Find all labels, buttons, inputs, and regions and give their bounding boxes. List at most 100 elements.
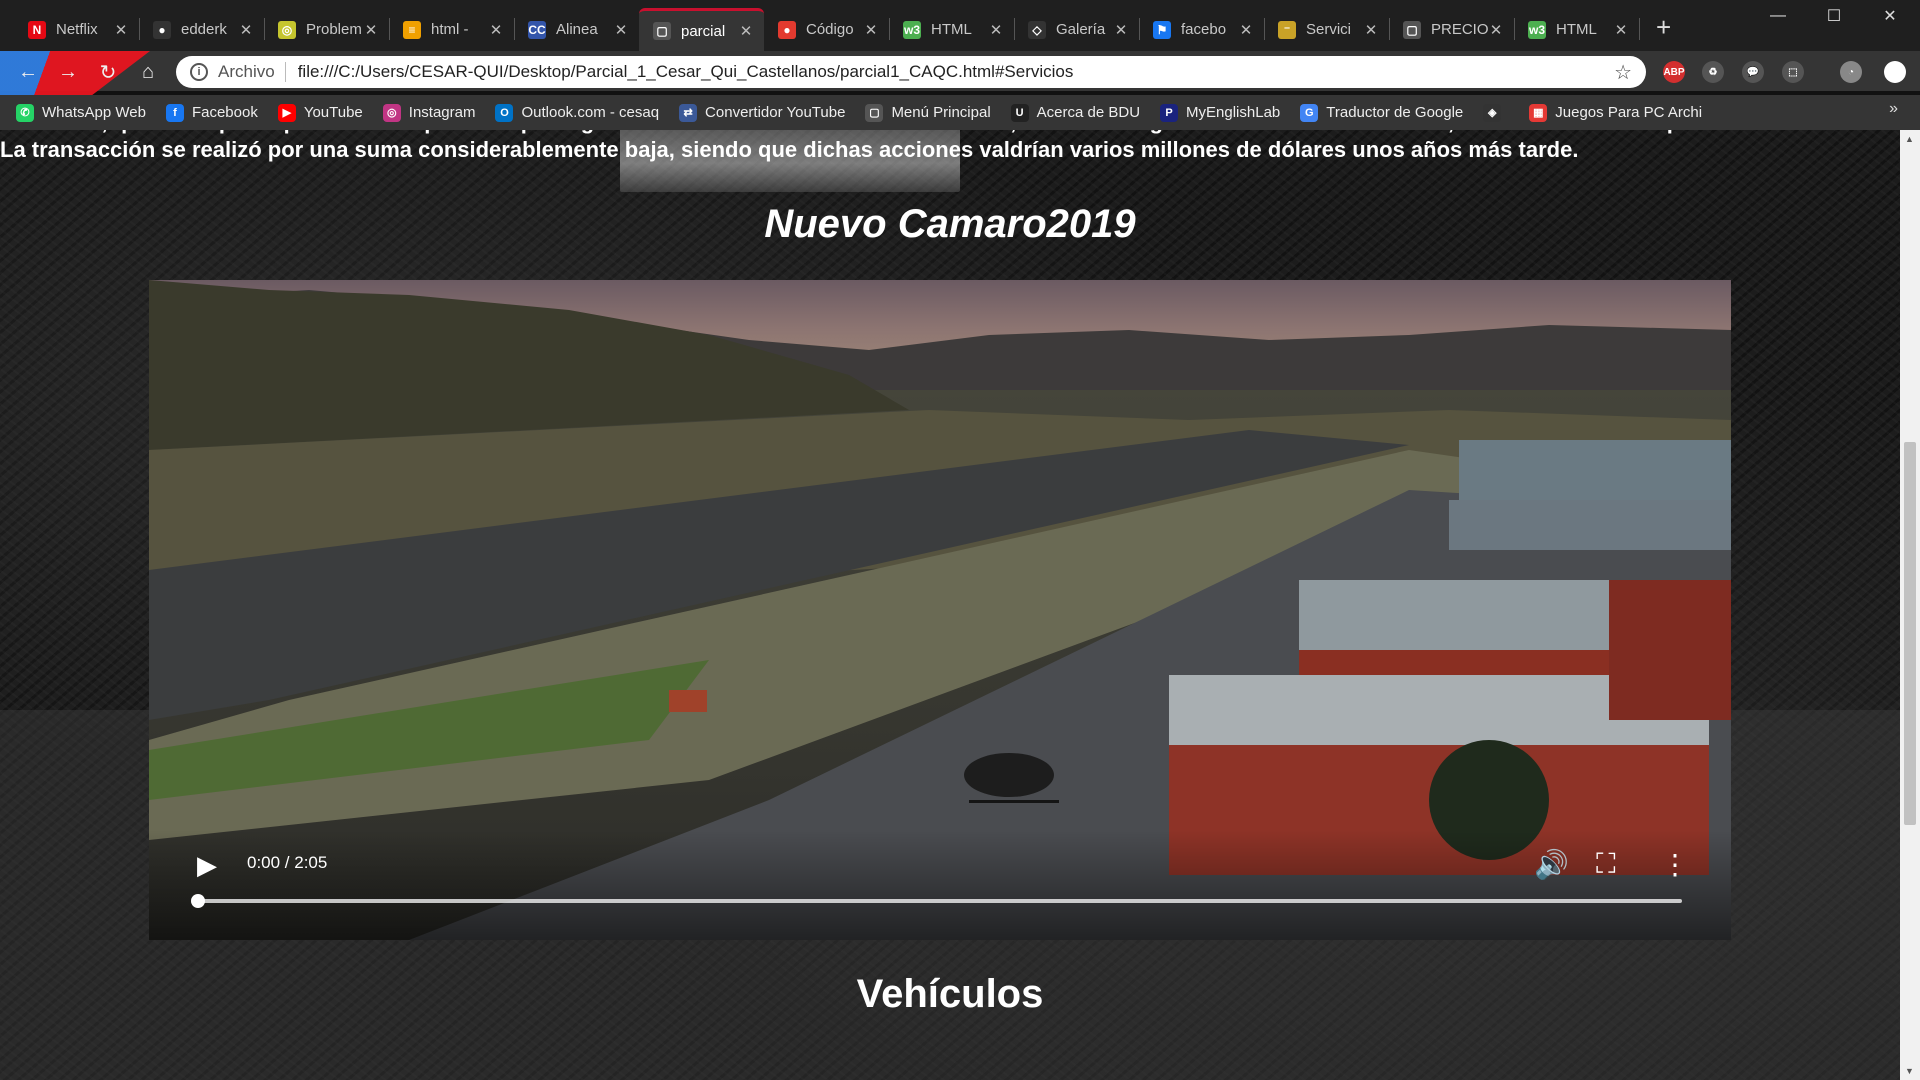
page-scrollbar[interactable]: ▲ ▼ xyxy=(1900,130,1920,1080)
bookmark-label: Acerca de BDU xyxy=(1036,104,1141,121)
home-button[interactable]: ⌂ xyxy=(134,58,162,86)
pdf-icon[interactable]: ⬚ xyxy=(1782,61,1804,83)
games-icon: ▦ xyxy=(1529,103,1548,122)
bookmark-item[interactable]: ✆ WhatsApp Web xyxy=(16,103,146,122)
bookmark-label: YouTube xyxy=(303,104,363,121)
bookmark-star-icon[interactable]: ☆ xyxy=(1614,60,1632,85)
page-viewport: Chevrolet, quien no quiso que su marca p… xyxy=(0,130,1900,1080)
minimize-button[interactable]: — xyxy=(1750,0,1806,32)
bookmark-item[interactable]: G Traductor de Google xyxy=(1300,103,1464,122)
browser-tab[interactable]: ◎ Problem ✕ xyxy=(264,8,389,51)
browser-tab[interactable]: CC Alinea ✕ xyxy=(514,8,639,51)
facebook-icon: f xyxy=(165,103,184,122)
browser-tab[interactable]: w3 HTML ✕ xyxy=(889,8,1014,51)
profile-avatar[interactable] xyxy=(1884,61,1906,83)
scroll-up-arrow-icon[interactable]: ▲ xyxy=(1905,134,1915,144)
bookmark-item[interactable]: ▦ Juegos Para PC Archi xyxy=(1529,103,1703,122)
browser-tab[interactable]: ⁻ Servici ✕ xyxy=(1264,8,1389,51)
tab-close-icon[interactable]: ✕ xyxy=(863,21,879,39)
browser-tab[interactable]: ▢ PRECIO ✕ xyxy=(1389,8,1514,51)
forward-button[interactable]: → xyxy=(54,58,82,86)
tab-close-icon[interactable]: ✕ xyxy=(1238,21,1254,39)
tab-close-icon[interactable]: ✕ xyxy=(363,21,379,39)
bookmark-item[interactable]: O Outlook.com - cesaq xyxy=(495,103,660,122)
bookmark-label: Menú Principal xyxy=(891,104,991,121)
reload-icon: ↻ xyxy=(99,61,117,84)
browser-tab[interactable]: N Netflix ✕ xyxy=(14,8,139,51)
browser-tab[interactable]: w3 HTML ✕ xyxy=(1514,8,1639,51)
tab-close-icon[interactable]: ✕ xyxy=(738,22,754,40)
bookmarks-overflow-button[interactable]: » xyxy=(1889,100,1898,118)
bookmark-label: Outlook.com - cesaq xyxy=(521,104,660,121)
volume-icon[interactable]: 🔊 xyxy=(1534,848,1569,881)
bookmark-item[interactable]: ▶ YouTube xyxy=(277,103,363,122)
tab-close-icon[interactable]: ✕ xyxy=(988,21,1004,39)
video-controls-overlay xyxy=(149,830,1731,940)
tab-close-icon[interactable]: ✕ xyxy=(1613,21,1629,39)
tab-close-icon[interactable]: ✕ xyxy=(1113,21,1129,39)
browser-tab[interactable]: ≡ html - ✕ xyxy=(389,8,514,51)
bookmark-item[interactable]: ◈ xyxy=(1483,103,1509,122)
tab-separator xyxy=(1639,18,1640,40)
url-text[interactable]: file:///C:/Users/CESAR-QUI/Desktop/Parci… xyxy=(298,62,1614,82)
bookmark-item[interactable]: U Acerca de BDU xyxy=(1010,103,1141,122)
tab-title: Galería xyxy=(1056,21,1106,38)
back-button[interactable]: ← xyxy=(14,58,42,86)
video-title: Nuevo Camaro2019 xyxy=(764,202,1136,246)
tab-close-icon[interactable]: ✕ xyxy=(238,21,254,39)
tab-close-icon[interactable]: ✕ xyxy=(613,21,629,39)
chat-icon[interactable]: 💬 xyxy=(1742,61,1764,83)
bookmark-label: Traductor de Google xyxy=(1326,104,1464,121)
tab-title: HTML xyxy=(1556,21,1597,38)
progress-knob[interactable] xyxy=(191,894,205,908)
tab-close-icon[interactable]: ✕ xyxy=(1488,21,1504,39)
tab-close-icon[interactable]: ✕ xyxy=(488,21,504,39)
tab-title: PRECIO xyxy=(1431,21,1488,38)
camaro-video-player[interactable]: ▶ 0:00 / 2:05 🔊 ⛶ ⋮ xyxy=(149,280,1731,940)
browser-tab[interactable]: ● edderk ✕ xyxy=(139,8,264,51)
tab-title: Código xyxy=(806,21,854,38)
address-bar[interactable]: i Archivo file:///C:/Users/CESAR-QUI/Des… xyxy=(176,56,1646,88)
bookmark-item[interactable]: ◎ Instagram xyxy=(382,103,475,122)
code-icon: ● xyxy=(778,20,796,39)
bookmark-item[interactable]: ▢ Menú Principal xyxy=(865,103,991,122)
reload-button[interactable]: ↻ xyxy=(94,58,122,86)
address-divider xyxy=(284,62,286,82)
adblock-icon[interactable]: ABP xyxy=(1663,61,1685,83)
tab-title: HTML xyxy=(931,21,972,38)
play-button[interactable]: ▶ xyxy=(197,850,217,881)
ghost-icon: ◈ xyxy=(1483,103,1502,122)
close-window-button[interactable]: ✕ xyxy=(1862,0,1918,32)
security-label: Archivo xyxy=(218,62,275,81)
home-icon: ⌂ xyxy=(141,60,155,83)
more-options-icon[interactable]: ⋮ xyxy=(1661,848,1689,881)
recycle-icon[interactable]: ♻ xyxy=(1702,61,1724,83)
tab-close-icon[interactable]: ✕ xyxy=(113,21,129,39)
browser-tab[interactable]: ▢ parcial ✕ xyxy=(639,8,764,51)
scroll-down-arrow-icon[interactable]: ▼ xyxy=(1905,1066,1915,1076)
video-progress-bar[interactable] xyxy=(191,894,1682,908)
bookmark-item[interactable]: f Facebook xyxy=(165,103,258,122)
tab-close-icon[interactable]: ✕ xyxy=(1363,21,1379,39)
bookmark-label: Convertidor YouTube xyxy=(705,104,846,121)
account-icon[interactable]: ◔ xyxy=(1840,61,1862,83)
bookmark-item[interactable]: P MyEnglishLab xyxy=(1160,103,1281,122)
browser-tab[interactable]: ● Código ✕ xyxy=(764,8,889,51)
bookmark-label: Facebook xyxy=(191,104,258,121)
youtube-icon: ▶ xyxy=(277,103,296,122)
html-icon: w3 xyxy=(1528,20,1546,39)
bookmark-label: MyEnglishLab xyxy=(1186,104,1281,121)
stack-icon: ≡ xyxy=(403,20,421,39)
maximize-button[interactable]: ☐ xyxy=(1806,0,1862,32)
bookmark-item[interactable]: ⇄ Convertidor YouTube xyxy=(679,103,846,122)
info-icon[interactable]: i xyxy=(190,63,208,81)
browser-tab[interactable]: ⚑ facebo ✕ xyxy=(1139,8,1264,51)
scrollbar-thumb[interactable] xyxy=(1904,442,1916,825)
new-tab-button[interactable]: + xyxy=(1656,14,1671,40)
bookmark-label: Juegos Para PC Archi xyxy=(1555,104,1703,121)
file-icon: ▢ xyxy=(1403,20,1421,39)
netflix-icon: N xyxy=(28,20,46,39)
file-icon: ▢ xyxy=(653,22,671,40)
fullscreen-icon[interactable]: ⛶ xyxy=(1596,848,1616,881)
browser-tab[interactable]: ◇ Galería ✕ xyxy=(1014,8,1139,51)
